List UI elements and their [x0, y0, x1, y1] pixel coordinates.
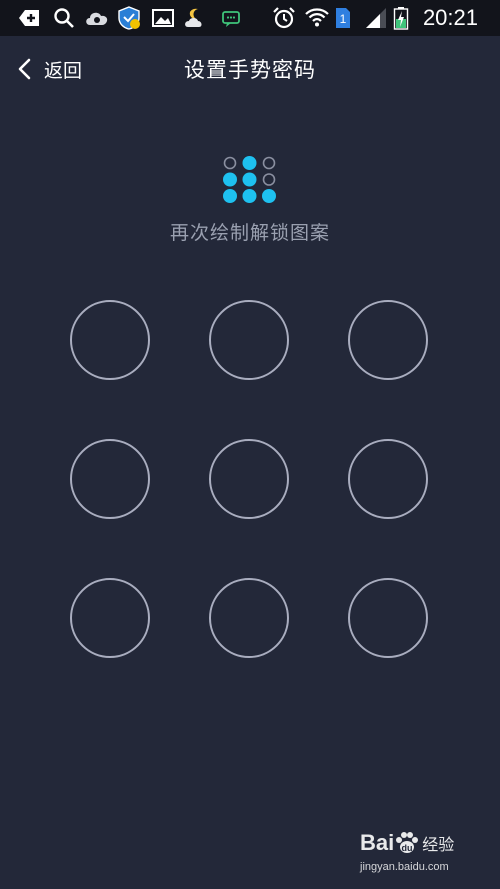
title-bar: 返回 设置手势密码 [0, 36, 500, 102]
image-icon [151, 6, 175, 30]
gesture-node[interactable] [70, 439, 150, 519]
watermark-url: jingyan.baidu.com [360, 861, 449, 873]
preview-dot-filled [242, 172, 257, 187]
gesture-node[interactable] [70, 300, 150, 380]
preview-dot-empty [262, 156, 276, 170]
signal-icon [364, 6, 388, 30]
paw-logo-icon: du [396, 832, 419, 853]
preview-dot-filled [262, 189, 276, 203]
pattern-preview [223, 156, 277, 204]
wifi-icon [305, 6, 329, 30]
page-title: 设置手势密码 [184, 58, 316, 82]
svg-text:du: du [402, 843, 413, 853]
watermark-brand-cn: 经验 [422, 835, 455, 854]
gesture-grid[interactable] [68, 298, 432, 662]
status-time: 20:21 [422, 5, 478, 30]
battery-icon [393, 6, 409, 30]
preview-dot-filled [242, 189, 257, 203]
gesture-node[interactable] [209, 439, 289, 519]
preview-dot-filled [242, 156, 257, 170]
add-icon [18, 6, 42, 30]
preview-dot-empty [223, 156, 237, 170]
gesture-node[interactable] [348, 300, 428, 380]
weather-icon [184, 6, 208, 30]
gesture-node[interactable] [70, 578, 150, 658]
svg-text:1: 1 [340, 12, 347, 26]
alarm-icon [272, 6, 296, 30]
status-bar: 1 20:21 [0, 0, 500, 36]
shield-icon [117, 6, 141, 30]
gesture-node[interactable] [348, 578, 428, 658]
gesture-node[interactable] [209, 578, 289, 658]
cloud-icon [84, 6, 110, 30]
gesture-node[interactable] [209, 300, 289, 380]
preview-dot-empty [262, 173, 276, 186]
hint-text: 再次绘制解锁图案 [169, 222, 330, 244]
sim-icon: 1 [334, 6, 352, 30]
search-icon [52, 6, 76, 30]
preview-dot-filled [223, 189, 237, 203]
gesture-node[interactable] [348, 439, 428, 519]
preview-dot-filled [223, 172, 237, 187]
message-icon [219, 6, 243, 30]
baidu-watermark: Bai du 经验 jingyan.baidu.com [360, 827, 480, 883]
watermark-brand: Bai [360, 830, 395, 855]
